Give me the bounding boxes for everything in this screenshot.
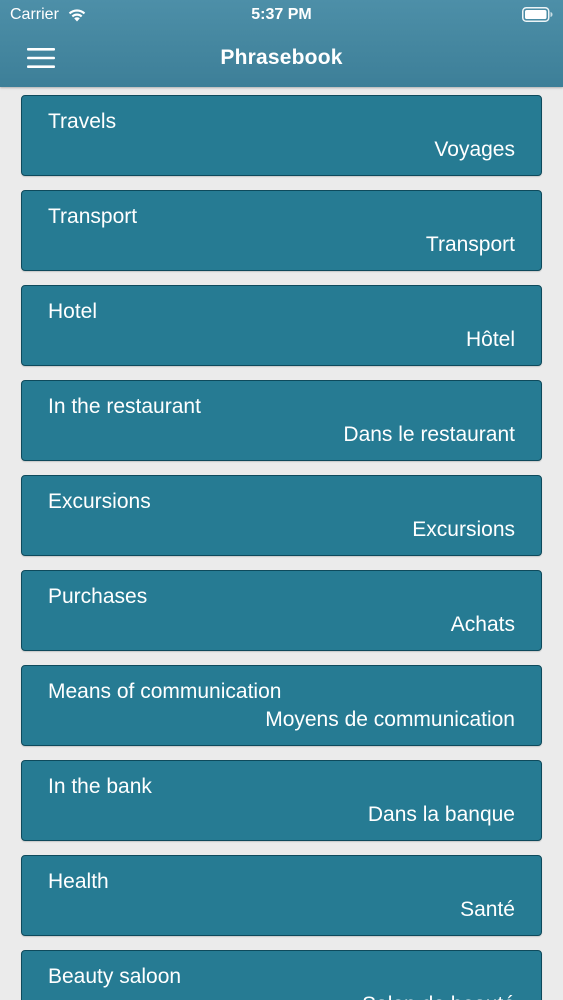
category-french-label: Moyens de communication [265, 708, 515, 731]
category-english-label: Excursions [48, 490, 151, 513]
category-french-label: Excursions [412, 518, 515, 541]
category-english-label: Transport [48, 205, 138, 228]
category-english-label: Travels [48, 110, 117, 133]
category-item-travels[interactable]: Travels Voyages [21, 95, 542, 176]
category-item-beauty-saloon[interactable]: Beauty saloon Salon de beauté [21, 950, 542, 1000]
category-french-label: Hôtel [465, 328, 515, 351]
category-list: Travels Voyages Transport Transport Hote… [0, 87, 563, 1000]
category-english-label: Means of communication [48, 680, 282, 703]
category-french-label: Voyages [434, 138, 515, 161]
navigation-bar: Phrasebook [0, 30, 563, 87]
page-title: Phrasebook [220, 46, 343, 69]
category-french-label: Santé [460, 898, 515, 921]
category-english-label: Purchases [48, 585, 148, 608]
category-french-label: Dans le restaurant [343, 423, 515, 446]
category-item-communication[interactable]: Means of communication Moyens de communi… [21, 665, 542, 746]
top-bar: Carrier 5:37 PM Phrasebook [0, 0, 563, 87]
category-french-label: Transport [425, 233, 515, 256]
category-english-label: Health [48, 870, 109, 893]
category-french-label: Salon de beauté [362, 992, 515, 1000]
category-item-restaurant[interactable]: In the restaurant Dans le restaurant [21, 380, 542, 461]
status-time: 5:37 PM [251, 6, 312, 23]
category-item-purchases[interactable]: Purchases Achats [21, 570, 542, 651]
phrasebook-app: Carrier 5:37 PM Phrasebook Travels Voyag… [0, 0, 563, 1000]
category-item-transport[interactable]: Transport Transport [21, 190, 542, 271]
category-french-label: Dans la banque [367, 803, 515, 826]
category-item-hotel[interactable]: Hotel Hôtel [21, 285, 542, 366]
status-bar: Carrier 5:37 PM [0, 0, 563, 30]
category-item-bank[interactable]: In the bank Dans la banque [21, 760, 542, 841]
category-english-label: In the restaurant [48, 395, 201, 418]
category-item-excursions[interactable]: Excursions Excursions [21, 475, 542, 556]
category-english-label: Beauty saloon [48, 965, 182, 988]
category-english-label: Hotel [48, 300, 98, 323]
battery-icon [522, 7, 553, 22]
category-english-label: In the bank [48, 775, 152, 798]
category-item-health[interactable]: Health Santé [21, 855, 542, 936]
category-french-label: Achats [450, 613, 515, 636]
